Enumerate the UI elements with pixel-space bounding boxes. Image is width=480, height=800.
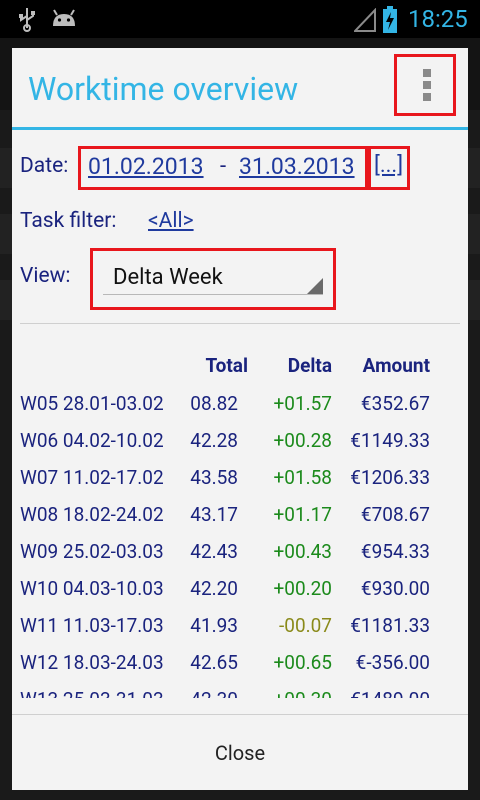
delta-cell: +00.28 (273, 429, 332, 452)
view-spinner-value: Delta Week (113, 265, 223, 290)
task-filter-label: Task filter: (20, 209, 117, 233)
table-row: W08 18.02-24.02 43.17 +01.17 €708.67 (12, 503, 468, 540)
week-cell: W12 18.03-24.03 (20, 651, 164, 674)
view-label: View: (20, 264, 71, 288)
week-cell: W10 04.03-10.03 (20, 577, 164, 600)
usb-icon (19, 8, 35, 32)
dropdown-arrow-icon (307, 278, 323, 294)
total-cell: 43.58 (190, 466, 238, 489)
delta-cell: +00.30 (273, 688, 332, 698)
status-bar: 18:25 (0, 0, 480, 38)
overflow-menu-button[interactable] (394, 54, 456, 116)
amount-cell: €1181.33 (350, 614, 430, 637)
battery-charging-icon (383, 6, 397, 33)
title-divider (12, 127, 468, 130)
table-row: W06 04.02-10.02 42.28 +00.28 €1149.33 (12, 429, 468, 466)
date-more-button[interactable]: [...] (374, 153, 403, 178)
total-cell: 42.65 (190, 651, 238, 674)
delta-cell: +01.17 (273, 503, 332, 526)
delta-cell: +00.20 (273, 577, 332, 600)
date-from-link[interactable]: 01.02.2013 (88, 153, 204, 180)
table-row: W11 11.03-17.03 41.93 -00.07 €1181.33 (12, 614, 468, 651)
close-button[interactable]: Close (12, 715, 468, 790)
total-cell: 42.28 (190, 429, 238, 452)
signal-icon (354, 8, 376, 32)
delta-cell: +01.57 (273, 392, 332, 415)
amount-cell: €708.67 (360, 503, 430, 526)
date-to-link[interactable]: 31.03.2013 (239, 153, 355, 180)
table-row: W13 25.03-31.03 42.30 +00.30 €1489.00 (12, 688, 468, 698)
amount-cell: €954.33 (360, 540, 430, 563)
week-cell: W06 04.02-10.02 (20, 429, 164, 452)
table-row: W05 28.01-03.02 08.82 +01.57 €352.67 (12, 392, 468, 429)
column-header-total: Total (205, 354, 248, 377)
section-divider (20, 323, 460, 324)
delta-cell: +01.58 (273, 466, 332, 489)
total-cell: 42.43 (190, 540, 238, 563)
total-cell: 42.20 (190, 577, 238, 600)
week-cell: W05 28.01-03.02 (20, 392, 164, 415)
total-cell: 43.17 (190, 503, 238, 526)
amount-cell: €352.67 (360, 392, 430, 415)
table-row: W10 04.03-10.03 42.20 +00.20 €930.00 (12, 577, 468, 614)
week-cell: W07 11.02-17.02 (20, 466, 164, 489)
total-cell: 41.93 (190, 614, 238, 637)
week-cell: W09 25.02-03.03 (20, 540, 164, 563)
amount-cell: €-356.00 (355, 651, 430, 674)
column-header-delta: Delta (287, 354, 332, 377)
amount-cell: €1149.33 (350, 429, 430, 452)
task-filter-link[interactable]: <All> (148, 209, 194, 233)
clock: 18:25 (408, 5, 468, 33)
total-cell: 08.82 (190, 392, 238, 415)
delta-cell: +00.43 (273, 540, 332, 563)
delta-cell: +00.65 (273, 651, 332, 674)
android-debug-icon (53, 9, 75, 26)
worktime-table[interactable]: Total Delta Amount W05 28.01-03.02 08.82 +… (12, 348, 468, 698)
column-header-amount: Amount (362, 354, 430, 377)
week-cell: W08 18.02-24.02 (20, 503, 164, 526)
table-row: W12 18.03-24.03 42.65 +00.65 €-356.00 (12, 651, 468, 688)
table-row: W09 25.02-03.03 42.43 +00.43 €954.33 (12, 540, 468, 577)
date-separator: - (220, 154, 227, 179)
total-cell: 42.30 (190, 688, 238, 698)
dialog-title: Worktime overview (28, 70, 299, 108)
week-cell: W11 11.03-17.03 (20, 614, 164, 637)
week-cell: W13 25.03-31.03 (20, 688, 164, 698)
worktime-overview-dialog: Worktime overview Date: 01.02.2013 - 31.… (12, 48, 468, 790)
amount-cell: €1206.33 (350, 466, 430, 489)
date-label: Date: (20, 154, 69, 178)
view-spinner[interactable]: Delta Week (90, 248, 336, 310)
spinner-underline (103, 294, 323, 295)
amount-cell: €930.00 (360, 577, 430, 600)
table-row: W07 11.02-17.02 43.58 +01.58 €1206.33 (12, 466, 468, 503)
delta-cell: -00.07 (279, 614, 332, 637)
amount-cell: €1489.00 (350, 688, 430, 698)
